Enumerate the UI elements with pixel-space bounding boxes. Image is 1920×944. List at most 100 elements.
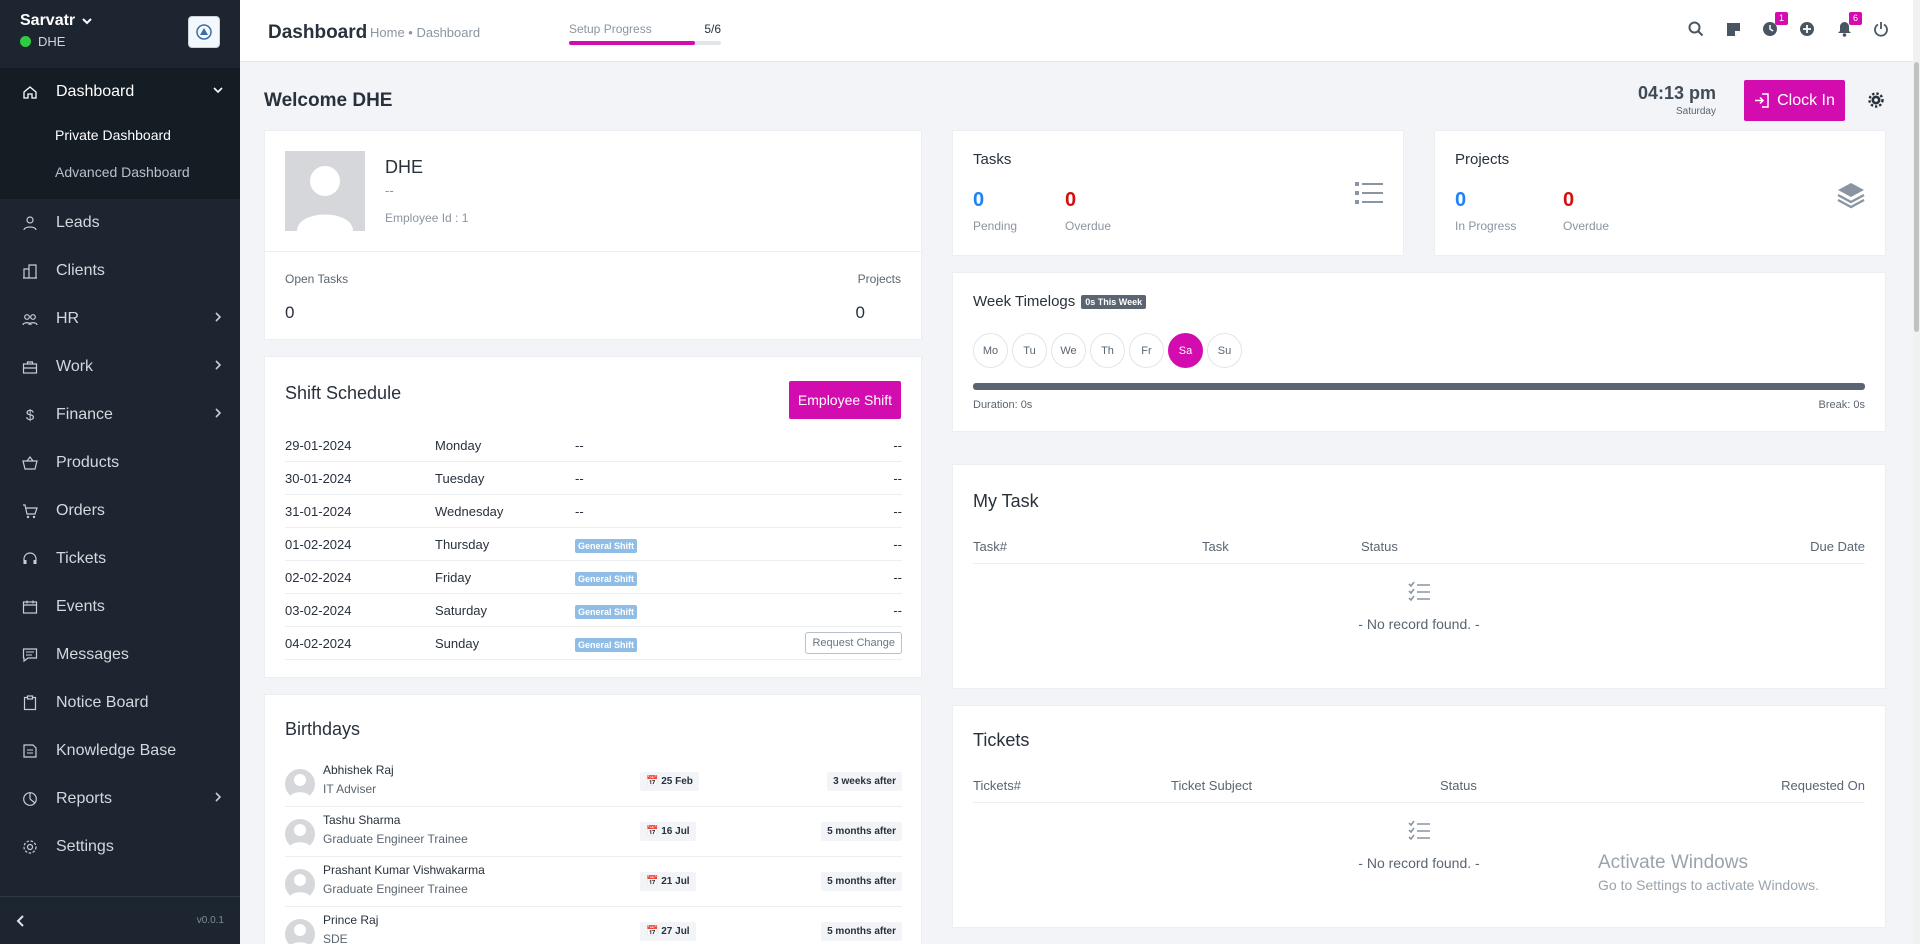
avatar[interactable] <box>285 919 315 944</box>
sidebar-item-label: Leads <box>56 214 100 231</box>
shift-date: 30-01-2024 <box>285 470 352 486</box>
sidebar-item-reports[interactable]: Reports <box>0 775 240 823</box>
day-button[interactable]: Su <box>1207 333 1242 368</box>
tasks-pending-value[interactable]: 0 <box>973 189 984 212</box>
employee-name[interactable]: Prince Raj <box>323 913 378 927</box>
sidebar-item-events[interactable]: Events <box>0 583 240 631</box>
sidebar-item-label: Finance <box>56 406 113 423</box>
open-tasks-label: Open Tasks <box>285 272 349 286</box>
my-task-card: My Task Task# Task Status Due Date - No … <box>952 464 1886 689</box>
employee-shift-button[interactable]: Employee Shift <box>789 381 901 419</box>
briefcase-icon <box>22 359 38 375</box>
shift-day: Sunday <box>435 635 480 651</box>
employee-name[interactable]: Prashant Kumar Vishwakarma <box>323 863 485 877</box>
sidebar-item-label: HR <box>56 310 80 327</box>
avatar[interactable] <box>285 769 315 799</box>
shift-schedule-title: Shift Schedule <box>285 383 402 403</box>
windows-activation-watermark: Activate Windows Go to Settings to activ… <box>1598 852 1819 893</box>
sidebar-item-products[interactable]: Products <box>0 439 240 487</box>
employee-designation: Graduate Engineer Trainee <box>323 832 468 846</box>
topbar: Dashboard Home • Dashboard Setup Progres… <box>240 0 1920 62</box>
setup-progress[interactable]: Setup Progress 5/6 <box>569 22 721 45</box>
sidebar-item-advanced-dashboard[interactable]: Advanced Dashboard <box>0 153 240 190</box>
shift-cell: -- <box>575 438 902 453</box>
scrollbar-thumb[interactable] <box>1914 62 1919 332</box>
sidebar-item-settings[interactable]: Settings <box>0 823 240 871</box>
page-scrollbar[interactable] <box>1913 0 1920 944</box>
birthday-relative: 5 months after <box>821 822 902 841</box>
sidebar-item-label: Knowledge Base <box>56 742 177 759</box>
chat-icon <box>22 647 38 663</box>
avatar[interactable] <box>285 819 315 849</box>
clock-in-button[interactable]: Clock In <box>1744 80 1845 121</box>
shift-name: -- <box>575 503 584 519</box>
sticky-note-icon[interactable] <box>1724 20 1742 38</box>
birthday-date-text: 16 Jul <box>661 826 690 837</box>
tasks-title: Tasks <box>973 151 1012 168</box>
collapse-sidebar-icon[interactable] <box>14 914 28 928</box>
home-icon <box>22 84 38 100</box>
shift-cell: General Shift <box>575 570 902 586</box>
add-icon[interactable] <box>1798 20 1816 38</box>
sidebar-item-private-dashboard[interactable]: Private Dashboard <box>0 116 240 153</box>
company-logo[interactable] <box>188 16 220 48</box>
day-button[interactable]: Mo <box>973 333 1008 368</box>
projects-value[interactable]: 0 <box>856 303 865 323</box>
day-button[interactable]: Fr <box>1129 333 1164 368</box>
search-icon[interactable] <box>1687 20 1705 38</box>
shift-date: 01-02-2024 <box>285 536 352 552</box>
topbar-actions: 1 6 <box>1687 12 1890 38</box>
employee-name[interactable]: Tashu Sharma <box>323 813 400 827</box>
shift-date: 04-02-2024 <box>285 635 352 651</box>
projects-in-progress-value[interactable]: 0 <box>1455 189 1466 212</box>
my-task-title: My Task <box>973 491 1039 511</box>
bell-icon[interactable]: 6 <box>1835 12 1862 38</box>
shift-badge: General Shift <box>575 604 638 619</box>
day-button[interactable]: Tu <box>1012 333 1047 368</box>
sidebar-item-hr[interactable]: HR <box>0 295 240 343</box>
sidebar-item-knowledge-base[interactable]: Knowledge Base <box>0 727 240 775</box>
tasks-overdue-label: Overdue <box>1065 219 1112 233</box>
shift-cell: -- <box>575 471 902 486</box>
calendar-icon: 📅 <box>646 826 659 837</box>
empty-list-icon <box>1408 581 1430 602</box>
shift-date: 29-01-2024 <box>285 437 352 453</box>
sidebar-item-tickets[interactable]: Tickets <box>0 535 240 583</box>
projects-label: Projects <box>857 272 901 286</box>
welcome-heading: Welcome DHE <box>264 90 393 111</box>
avatar[interactable] <box>285 869 315 899</box>
power-icon[interactable] <box>1872 20 1890 38</box>
birthday-date: 📅 21 Jul <box>640 872 696 891</box>
setup-progress-fill <box>569 41 696 45</box>
sidebar-item-finance[interactable]: $ Finance <box>0 391 240 439</box>
request-change-button[interactable]: Request Change <box>805 632 902 654</box>
sidebar-item-work[interactable]: Work <box>0 343 240 391</box>
sidebar-item-orders[interactable]: Orders <box>0 487 240 535</box>
sidebar-item-dashboard[interactable]: Dashboard <box>0 68 240 116</box>
sidebar-item-label: Orders <box>56 502 105 519</box>
sidebar-item-notice-board[interactable]: Notice Board <box>0 679 240 727</box>
shift-day: Monday <box>435 437 482 453</box>
tasks-overdue-value[interactable]: 0 <box>1065 189 1076 212</box>
sidebar-item-messages[interactable]: Messages <box>0 631 240 679</box>
sidebar-item-label: Messages <box>56 646 129 663</box>
employee-designation: IT Adviser <box>323 782 377 796</box>
shift-day: Saturday <box>435 602 488 618</box>
tasks-card: Tasks 0 Pending 0 Overdue <box>952 130 1404 256</box>
day-button[interactable]: We <box>1051 333 1086 368</box>
open-tasks-value[interactable]: 0 <box>285 303 294 323</box>
shift-cell: General Shift <box>575 603 902 619</box>
projects-overdue-value[interactable]: 0 <box>1563 189 1574 212</box>
sidebar-item-leads[interactable]: Leads <box>0 199 240 247</box>
dashboard-settings-icon[interactable] <box>1868 92 1884 108</box>
day-button[interactable]: Th <box>1090 333 1125 368</box>
day-button[interactable]: Sa <box>1168 333 1203 368</box>
sidebar-footer: v0.0.1 <box>0 896 240 944</box>
timer-icon[interactable]: 1 <box>1761 12 1788 38</box>
birthday-date: 📅 27 Jul <box>640 922 696 941</box>
employee-name[interactable]: Abhishek Raj <box>323 763 394 777</box>
setup-progress-label: Setup Progress <box>569 22 652 36</box>
birthday-date-text: 27 Jul <box>661 926 690 937</box>
week-timelogs-card: Week Timelogs 0s This Week Mo Tu We Th Fr Sa Su… <box>952 272 1886 432</box>
sidebar-item-clients[interactable]: Clients <box>0 247 240 295</box>
